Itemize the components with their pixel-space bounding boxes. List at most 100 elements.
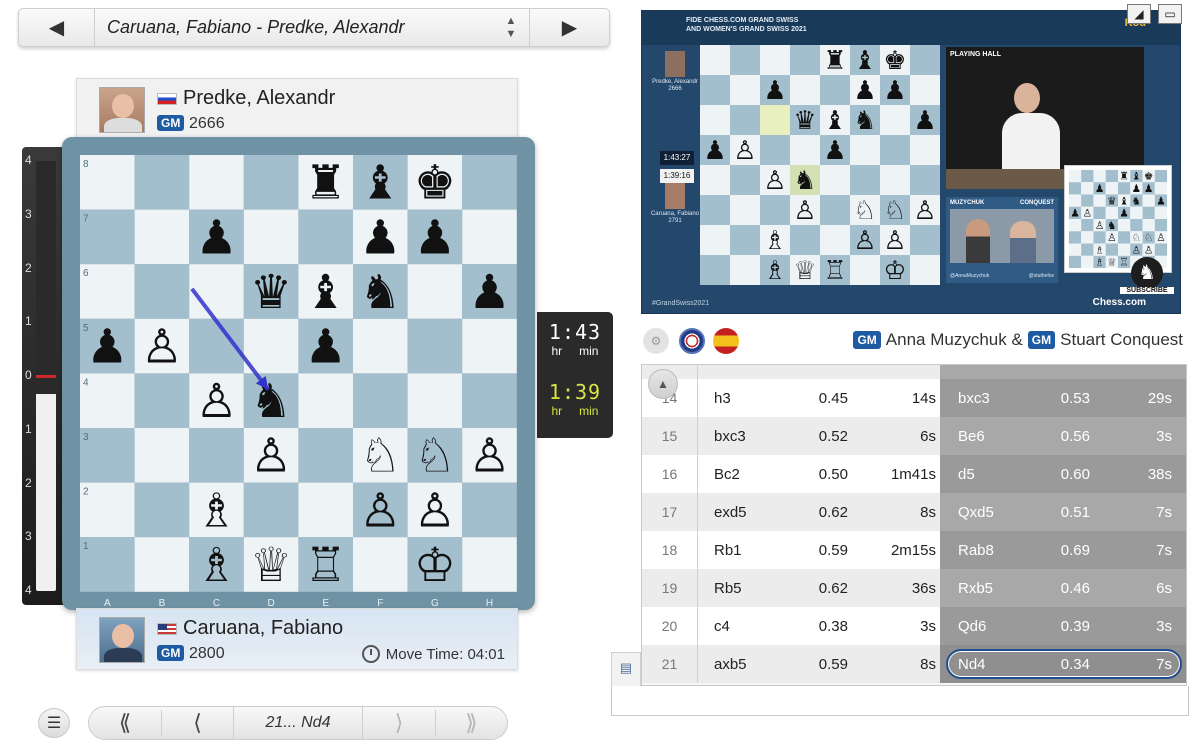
white-pawn[interactable]: ♙ — [468, 429, 510, 484]
subscribe-badge[interactable]: ♞ SUBSCRIBE — [1120, 257, 1174, 301]
previous-move-button[interactable]: ⟨ — [161, 710, 233, 736]
white-move[interactable]: Rb5 — [698, 580, 768, 597]
move-row[interactable]: 14 h3 0.45 14s bxc3 0.53 29s — [642, 379, 1186, 417]
black-bishop[interactable]: ♝ — [359, 156, 401, 211]
black-move[interactable]: Be6 — [940, 428, 1010, 445]
white-king[interactable]: ♔ — [414, 538, 456, 593]
first-move-button[interactable]: ⟪ — [89, 710, 161, 736]
black-move-cell[interactable]: d5 0.60 38s — [940, 455, 1186, 493]
move-row[interactable]: 15 bxc3 0.52 6s Be6 0.56 3s — [642, 417, 1186, 455]
last-move-button[interactable]: ⟫ — [435, 710, 507, 736]
board-square[interactable] — [243, 209, 299, 265]
white-knight[interactable]: ♘ — [359, 429, 401, 484]
board-square[interactable] — [353, 537, 408, 592]
board-square[interactable] — [353, 318, 408, 374]
board-square[interactable] — [353, 373, 408, 428]
board-square[interactable] — [298, 209, 353, 265]
bottom-player-name[interactable]: Caruana, Fabiano — [183, 617, 343, 640]
menu-button[interactable]: ☰ — [38, 708, 70, 738]
black-move[interactable]: bxc3 — [940, 390, 1010, 407]
black-move-cell[interactable]: Be6 0.56 3s — [940, 417, 1186, 455]
black-move-cell[interactable]: Qxd5 0.51 7s — [940, 493, 1186, 531]
board-square[interactable] — [462, 209, 517, 265]
next-move-button[interactable]: ⟩ — [363, 710, 435, 736]
board-square[interactable] — [189, 428, 244, 483]
english-flag-icon[interactable] — [679, 328, 705, 354]
white-bishop[interactable]: ♗ — [195, 483, 237, 538]
board-square[interactable] — [134, 155, 190, 210]
chess-board[interactable]: 8 7 6 5 4 3 2 1 A B C D E F G H ♜ ♝ ♚ ♟ ♟ ♟ ♛ ♝ ♞ ♟ ♟ ♙ ♟ ♙ ♞ ♙ ♘ ♘ ♙ ♗ ♙ ♙ ♗ ♕… — [62, 137, 535, 610]
moves-list-tab[interactable]: ▤ — [612, 653, 640, 683]
move-row[interactable]: 17 exd5 0.62 8s Qxd5 0.51 7s — [642, 493, 1186, 531]
move-row[interactable]: 18 Rb1 0.59 2m15s Rab8 0.69 7s — [642, 531, 1186, 569]
white-move[interactable]: Rb1 — [698, 542, 768, 559]
white-pawn[interactable]: ♙ — [195, 374, 237, 429]
white-move[interactable]: axb5 — [698, 656, 768, 673]
black-move[interactable]: Qd6 — [940, 618, 1010, 635]
white-move[interactable]: c4 — [698, 618, 768, 635]
black-king[interactable]: ♚ — [414, 156, 456, 211]
white-pawn[interactable]: ♙ — [250, 429, 292, 484]
move-row[interactable]: 20 c4 0.38 3s Qd6 0.39 3s — [642, 607, 1186, 645]
board-square[interactable] — [407, 264, 463, 319]
prev-game-button[interactable]: ◀ — [19, 9, 95, 46]
white-pawn[interactable]: ♙ — [359, 483, 401, 538]
board-square[interactable] — [407, 373, 463, 428]
board-square[interactable] — [298, 482, 353, 538]
move-row[interactable]: 19 Rb5 0.62 36s Rxb5 0.46 6s — [642, 569, 1186, 607]
black-move-cell[interactable]: Qd6 0.39 3s — [940, 607, 1186, 645]
board-square[interactable] — [189, 155, 244, 210]
black-move-cell[interactable]: b40.456s — [940, 365, 1186, 379]
board-square[interactable] — [243, 155, 299, 210]
white-pawn[interactable]: ♙ — [141, 319, 183, 374]
black-pawn[interactable]: ♟ — [414, 210, 456, 265]
top-player-name[interactable]: Predke, Alexandr — [183, 87, 335, 110]
white-move[interactable]: exd5 — [698, 504, 768, 521]
black-move[interactable]: Qxd5 — [940, 504, 1010, 521]
board-square[interactable] — [134, 373, 190, 428]
chess-board-svg[interactable]: 87654321A B C D E F G H♜ ♝ ♚♟ ♟ ♟♛ ♝ ♞ ♟♟ ♙ ♟♙ ♞♙ ♘ ♘ ♙♗ ♙ ♙♗ ♕… — [62, 137, 535, 610]
white-bishop[interactable]: ♗ — [195, 538, 237, 593]
black-move[interactable]: Rxb5 — [940, 580, 1010, 597]
black-move[interactable]: b4 — [940, 365, 1010, 369]
game-title[interactable]: Caruana, Fabiano - Predke, Alexandr — [95, 9, 493, 46]
board-square[interactable] — [134, 537, 190, 592]
board-square[interactable] — [462, 318, 517, 374]
board-square[interactable] — [134, 264, 190, 319]
white-move[interactable]: a4 — [698, 365, 768, 369]
move-row[interactable]: 21 axb5 0.59 8s Nd4 0.34 7s — [642, 645, 1186, 683]
moves-table[interactable]: ▲ 13a40.4449sb40.456s14h30.4514sbxc30.53… — [641, 364, 1187, 686]
black-move-cell[interactable]: bxc3 0.53 29s — [940, 379, 1186, 417]
board-square[interactable] — [243, 482, 299, 538]
black-pawn[interactable]: ♟ — [195, 210, 237, 265]
board-square[interactable] — [462, 155, 517, 210]
white-move[interactable]: bxc3 — [698, 428, 768, 445]
move-row[interactable]: 16 Bc2 0.50 1m41s d5 0.60 38s — [642, 455, 1186, 493]
theater-mode-button[interactable]: ▭ — [1158, 4, 1182, 24]
board-square[interactable] — [189, 264, 244, 319]
white-move[interactable]: Bc2 — [698, 466, 768, 483]
scroll-up-button[interactable]: ▲ — [648, 369, 678, 399]
black-knight[interactable]: ♞ — [250, 374, 292, 429]
black-move-cell[interactable]: Rxb5 0.46 6s — [940, 569, 1186, 607]
black-knight[interactable]: ♞ — [359, 265, 401, 320]
broadcast-video[interactable]: FIDE CHESS.COM GRAND SWISS AND WOMEN'S G… — [641, 10, 1181, 314]
black-pawn[interactable]: ♟ — [468, 265, 510, 320]
black-queen[interactable]: ♛ — [250, 265, 292, 320]
black-rook[interactable]: ♜ — [305, 156, 347, 211]
black-pawn[interactable]: ♟ — [86, 319, 128, 374]
game-dropdown-icon[interactable]: ▲ ▼ — [493, 9, 529, 46]
board-square[interactable] — [134, 428, 190, 483]
black-bishop[interactable]: ♝ — [305, 265, 347, 320]
board-square[interactable] — [134, 482, 190, 538]
move-row[interactable]: 13a40.4449sb40.456s — [642, 365, 1186, 379]
engine-icon[interactable]: ⚙ — [643, 328, 669, 354]
board-square[interactable] — [298, 373, 353, 428]
black-move[interactable]: d5 — [940, 466, 1010, 483]
next-game-button[interactable]: ▶ — [529, 9, 609, 46]
popout-video-button[interactable]: ◢ — [1127, 4, 1151, 24]
black-pawn[interactable]: ♟ — [359, 210, 401, 265]
black-move[interactable]: Rab8 — [940, 542, 1010, 559]
white-move[interactable]: h3 — [698, 390, 768, 407]
white-queen[interactable]: ♕ — [250, 538, 292, 593]
